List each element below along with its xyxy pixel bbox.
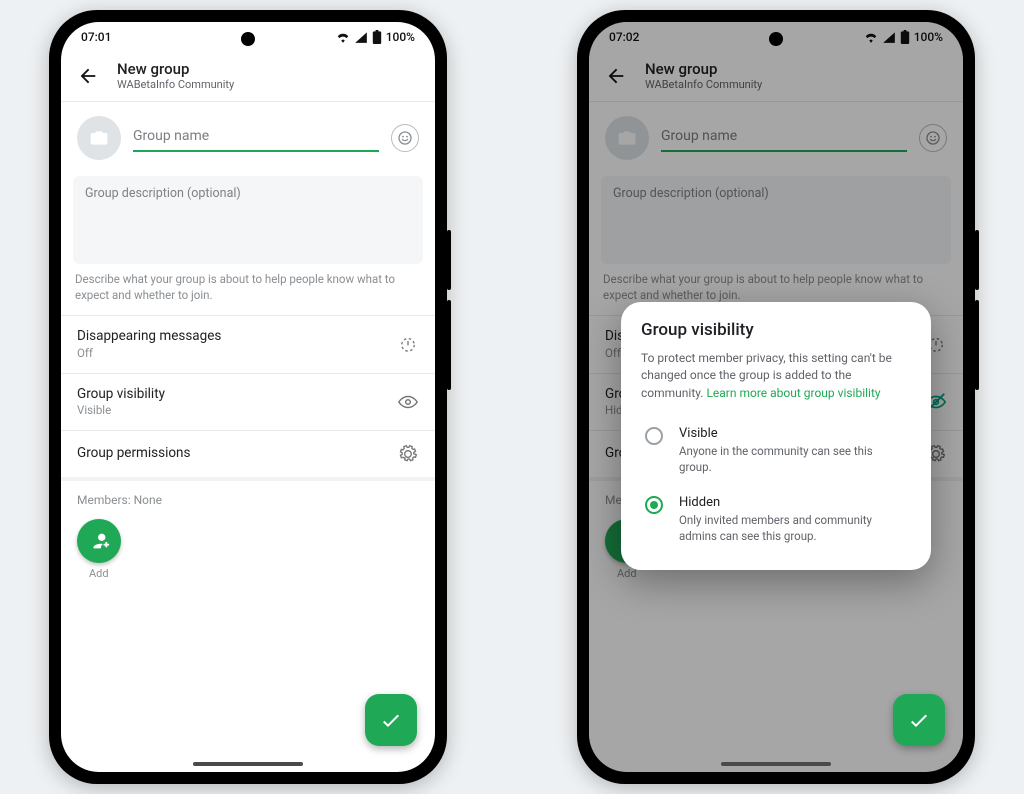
confirm-fab[interactable] (893, 694, 945, 746)
signal-icon (354, 31, 368, 43)
description-hint: Describe what your group is about to hel… (61, 272, 435, 316)
group-photo-placeholder[interactable] (77, 116, 121, 160)
radio-hidden[interactable] (645, 496, 663, 514)
emoji-icon (397, 130, 413, 146)
option-desc: Anyone in the community can see this gro… (679, 444, 907, 475)
modal-description: To protect member privacy, this setting … (641, 350, 911, 402)
phone-frame-right: 07:02 100% New group WABetaInfo Communit… (577, 10, 975, 784)
camera-icon (89, 128, 109, 148)
status-time: 07:01 (81, 30, 111, 44)
add-members-label: Add (89, 567, 419, 580)
disappearing-label: Disappearing messages (77, 328, 221, 346)
volume-button (447, 230, 451, 290)
learn-more-link[interactable]: Learn more about group visibility (706, 386, 880, 400)
group-visibility-row[interactable]: Group visibility Visible (61, 374, 435, 431)
gear-icon (397, 443, 419, 465)
phone-frame-left: 07:01 100% New group WABetaInfo Communit… (49, 10, 447, 784)
battery-percent: 100% (386, 30, 415, 44)
timer-icon (397, 333, 419, 355)
visibility-modal: Group visibility To protect member priva… (621, 302, 931, 570)
permissions-label: Group permissions (77, 445, 190, 463)
option-desc: Only invited members and community admin… (679, 513, 907, 544)
eye-icon (397, 391, 419, 413)
add-members-button[interactable] (77, 519, 121, 563)
visibility-value: Visible (77, 403, 165, 418)
visibility-option-hidden[interactable]: Hidden Only invited members and communit… (641, 485, 911, 554)
members-header: Members: None (61, 481, 435, 519)
modal-title: Group visibility (641, 320, 911, 340)
confirm-fab[interactable] (365, 694, 417, 746)
page-title: New group (117, 60, 234, 78)
home-indicator[interactable] (721, 762, 831, 766)
radio-visible[interactable] (645, 427, 663, 445)
back-icon[interactable] (77, 65, 99, 87)
visibility-label: Group visibility (77, 386, 165, 404)
power-button (975, 300, 979, 390)
check-icon (379, 708, 403, 732)
group-description-input[interactable]: Group description (optional) (73, 176, 423, 264)
group-name-input[interactable] (133, 124, 379, 152)
app-header: New group WABetaInfo Community (61, 52, 435, 102)
camera-notch (769, 32, 783, 46)
wifi-icon (336, 31, 350, 43)
disappearing-messages-row[interactable]: Disappearing messages Off (61, 316, 435, 373)
check-icon (907, 708, 931, 732)
home-indicator[interactable] (193, 762, 303, 766)
page-subtitle: WABetaInfo Community (117, 78, 234, 91)
option-title: Visible (679, 426, 907, 443)
volume-button (975, 230, 979, 290)
camera-notch (241, 32, 255, 46)
battery-icon (372, 30, 382, 44)
visibility-option-visible[interactable]: Visible Anyone in the community can see … (641, 416, 911, 485)
add-person-icon (88, 530, 110, 552)
power-button (447, 300, 451, 390)
disappearing-value: Off (77, 346, 221, 361)
option-title: Hidden (679, 495, 907, 512)
emoji-button[interactable] (391, 124, 419, 152)
group-permissions-row[interactable]: Group permissions (61, 431, 435, 481)
